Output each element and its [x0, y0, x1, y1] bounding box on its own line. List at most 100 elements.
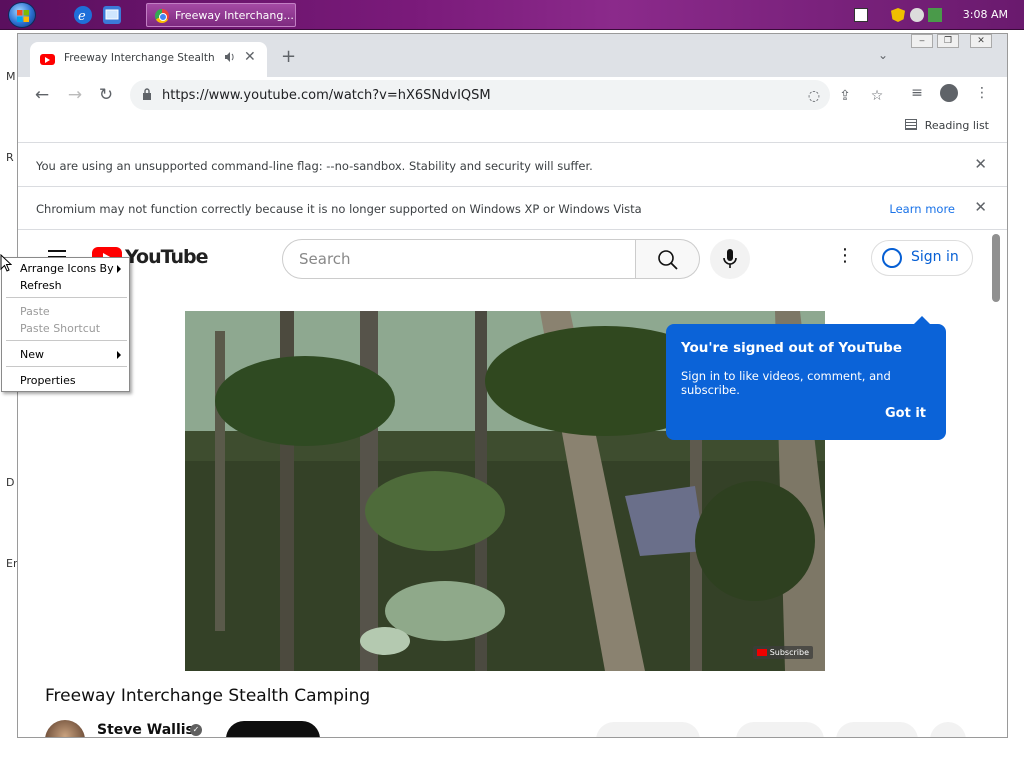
- profile-icon[interactable]: [940, 84, 958, 102]
- download-pill[interactable]: [836, 722, 918, 737]
- start-button[interactable]: [8, 2, 36, 28]
- settings-kebab-icon[interactable]: ⋮: [836, 245, 854, 266]
- address-bar[interactable]: https://www.youtube.com/watch?v=hX6SNdvI…: [130, 80, 883, 110]
- subscribe-watermark[interactable]: Subscribe: [752, 646, 813, 659]
- menu-item-new[interactable]: New: [20, 348, 44, 361]
- menu-separator: [6, 340, 127, 341]
- video-title: Freeway Interchange Stealth Camping: [45, 686, 371, 706]
- lock-icon: [143, 88, 151, 100]
- menu-separator: [6, 366, 127, 367]
- speaker-icon[interactable]: [224, 51, 236, 63]
- popup-heading: You're signed out of YouTube: [681, 340, 902, 356]
- share-pill[interactable]: [736, 722, 824, 737]
- ie-e-icon: e: [78, 9, 86, 24]
- show-desktop-icon[interactable]: [103, 6, 121, 24]
- account-circle-icon: [882, 248, 902, 268]
- like-dislike-pill[interactable]: [596, 722, 700, 737]
- microphone-icon: [723, 249, 737, 268]
- tab-strip: Freeway Interchange Stealth Ca ✕ + ⌄ ‒ ❐…: [18, 34, 1007, 77]
- subscribe-watermark-label: Subscribe: [769, 648, 809, 657]
- channel-name[interactable]: Steve Wallis: [97, 722, 194, 737]
- chromium-icon: [155, 9, 169, 23]
- scrollbar-thumb[interactable]: [992, 234, 1000, 302]
- new-tab-button[interactable]: +: [281, 46, 296, 67]
- back-arrow-icon[interactable]: ←: [31, 84, 53, 106]
- youtube-wordmark: YouTube: [125, 246, 208, 268]
- verified-check-icon: ✓: [190, 724, 202, 736]
- channel-avatar[interactable]: [45, 720, 85, 737]
- minimize-button[interactable]: ‒: [911, 34, 933, 48]
- voice-search-button[interactable]: [710, 239, 750, 279]
- search-button[interactable]: [636, 239, 700, 279]
- menu-item-arrange-icons[interactable]: Arrange Icons By: [20, 262, 114, 275]
- tab-title: Freeway Interchange Stealth Ca: [64, 52, 214, 64]
- url-text[interactable]: https://www.youtube.com/watch?v=hX6SNdvI…: [162, 88, 491, 103]
- menu-item-paste: Paste: [20, 305, 50, 318]
- reload-icon[interactable]: ↻: [95, 84, 117, 106]
- mouse-cursor-icon: [0, 254, 12, 272]
- desktop-icon-label-2: R: [6, 151, 14, 164]
- tab-search-icon[interactable]: ⌄: [878, 48, 888, 62]
- more-actions-pill[interactable]: [930, 722, 966, 737]
- desktop-icon-label-1: M: [6, 70, 16, 83]
- tab-close-icon[interactable]: ✕: [244, 49, 256, 65]
- got-it-button[interactable]: Got it: [885, 406, 926, 421]
- desktop-icon-label-3: D: [6, 476, 15, 489]
- close-window-button[interactable]: ✕: [970, 34, 992, 48]
- internet-explorer-icon[interactable]: e: [74, 6, 92, 24]
- reading-list-button[interactable]: Reading list: [904, 119, 989, 132]
- popup-body: Sign in to like videos, comment, and sub…: [681, 369, 891, 397]
- page-scrollbar[interactable]: [990, 230, 1004, 737]
- desktop-icon: [105, 9, 119, 20]
- youtube-page: YouTube Search ⋮ Sign in Subscribe Freew…: [18, 230, 1007, 737]
- windows-flag-icon: [17, 10, 29, 22]
- infobar-sandbox: You are using an unsupported command-lin…: [18, 144, 1007, 187]
- menu-item-paste-shortcut: Paste Shortcut: [20, 322, 101, 335]
- taskbar-clock[interactable]: 3:08 AM: [963, 8, 1008, 21]
- speaker-tray-icon[interactable]: [910, 8, 924, 22]
- bookmarks-bar: Reading list: [18, 113, 1007, 143]
- share-icon[interactable]: ⇪: [836, 87, 854, 105]
- menu-item-refresh[interactable]: Refresh: [20, 279, 62, 292]
- youtube-mini-icon: [756, 649, 767, 656]
- system-tray: 3:08 AM: [854, 0, 1024, 30]
- media-controls-icon[interactable]: ≡: [908, 84, 926, 102]
- search-input[interactable]: Search: [282, 239, 636, 279]
- chromium-window: Freeway Interchange Stealth Ca ✕ + ⌄ ‒ ❐…: [17, 33, 1008, 738]
- restore-button[interactable]: ❐: [937, 34, 959, 48]
- menu-kebab-icon[interactable]: ⋮: [973, 84, 991, 102]
- subscribe-button[interactable]: [226, 721, 320, 737]
- infobar-message: Chromium may not function correctly beca…: [36, 202, 642, 216]
- svg-text:e: e: [78, 9, 86, 24]
- learn-more-link[interactable]: Learn more: [889, 202, 955, 216]
- youtube-favicon-icon: [40, 54, 55, 65]
- reading-list-label: Reading list: [924, 119, 989, 132]
- infobar-close-icon[interactable]: ✕: [974, 155, 987, 173]
- sign-in-button[interactable]: Sign in: [871, 240, 973, 276]
- bookmark-star-icon[interactable]: ☆: [868, 87, 886, 105]
- browser-toolbar: ← → ↻ https://www.youtube.com/watch?v=hX…: [18, 77, 1007, 113]
- security-shield-icon[interactable]: [891, 8, 905, 22]
- desktop-icon-label-4: Er: [6, 557, 18, 570]
- taskbar-chrome-task[interactable]: Freeway Interchang...: [146, 3, 296, 27]
- taskbar-task-label: Freeway Interchang...: [175, 9, 294, 22]
- search-icon: [658, 250, 678, 270]
- eye-off-icon[interactable]: ◌: [805, 87, 823, 105]
- menu-separator: [6, 297, 127, 298]
- desktop-context-menu: Arrange Icons By Refresh Paste Paste Sho…: [1, 257, 130, 392]
- sign-in-label: Sign in: [911, 249, 959, 265]
- forward-arrow-icon[interactable]: →: [64, 84, 86, 106]
- signed-out-popup: You're signed out of YouTube Sign in to …: [666, 316, 946, 440]
- menu-item-properties[interactable]: Properties: [20, 374, 76, 387]
- network-tray-icon[interactable]: [928, 8, 942, 22]
- taskbar: e Freeway Interchang... 3:08 AM: [0, 0, 1024, 30]
- desktop-background[interactable]: M R D Er: [0, 30, 17, 768]
- reading-list-icon: [904, 119, 917, 130]
- infobar-unsupported: Chromium may not function correctly beca…: [18, 187, 1007, 230]
- tab-youtube[interactable]: Freeway Interchange Stealth Ca ✕: [30, 42, 267, 77]
- infobar-close-icon[interactable]: ✕: [974, 198, 987, 216]
- submenu-arrow-icon: [117, 265, 121, 273]
- search-placeholder: Search: [299, 250, 351, 268]
- keyboard-icon[interactable]: [854, 8, 868, 22]
- submenu-arrow-icon: [117, 351, 121, 359]
